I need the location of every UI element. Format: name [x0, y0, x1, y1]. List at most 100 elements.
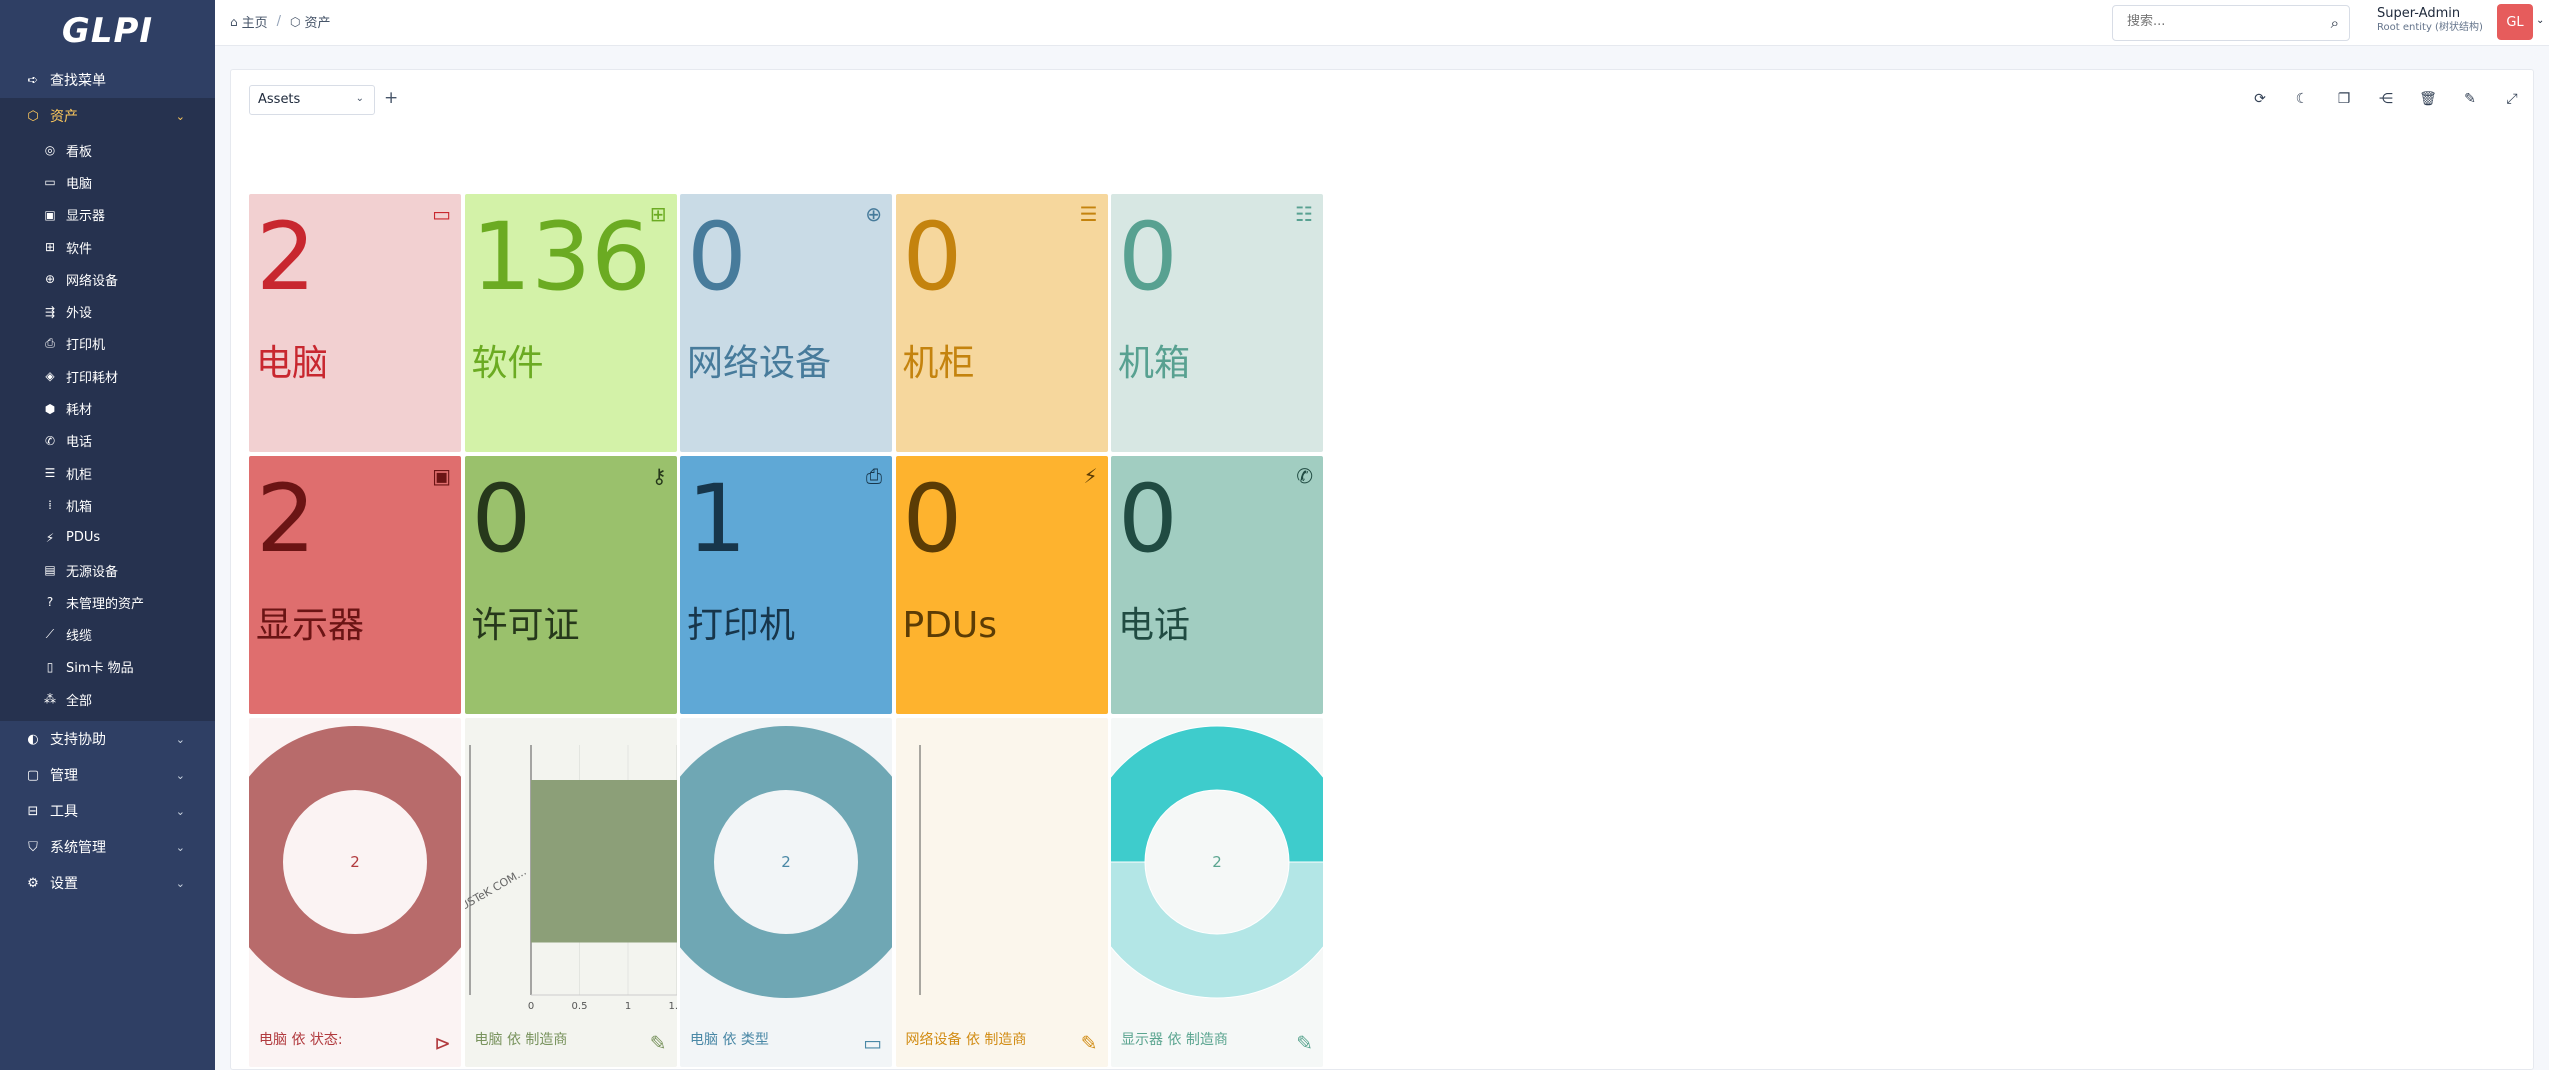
sidebar-item-phones[interactable]: ✆ 电话	[0, 425, 215, 457]
breadcrumb: ⌂ 主页 / ⬡ 资产	[230, 12, 331, 31]
sidebar-item-racks[interactable]: ☰ 机柜	[0, 457, 215, 489]
counter-value: 2	[256, 203, 316, 312]
breadcrumb-home[interactable]: 主页	[242, 12, 268, 31]
chart-tile[interactable]: 网络设备 依 制造商 ✎	[895, 718, 1108, 1067]
counter-tile[interactable]: 2 显示器 ▣	[249, 456, 461, 714]
sidebar-item-pdus[interactable]: ⚡ PDUs	[0, 522, 215, 554]
fullscreen-icon[interactable]: ⤢	[2491, 85, 2533, 113]
phone-icon: ✆	[1296, 464, 1313, 488]
search-input[interactable]	[2127, 14, 2317, 29]
monitor-icon: ▣	[44, 207, 56, 222]
sidebar-item-tools[interactable]: ⊟ 工具 ⌄	[0, 793, 215, 829]
counter-tile[interactable]: 0 机箱 ☷	[1111, 194, 1323, 452]
chevron-down-icon[interactable]: ⌄	[2536, 15, 2544, 26]
chart-caption: 电脑 依 状态:	[259, 1032, 343, 1048]
share-icon[interactable]: ⋲	[2365, 85, 2407, 113]
plug-icon: ⚡	[1083, 464, 1098, 488]
counter-tile[interactable]: 0 电话 ✆	[1111, 456, 1323, 714]
breadcrumb-separator: /	[276, 14, 282, 29]
sidebar-item-label: 全部	[66, 693, 93, 709]
sidebar-item-management[interactable]: ▢ 管理 ⌄	[0, 757, 215, 793]
sidebar-item-cables[interactable]: ⟋ 线缆	[0, 618, 215, 650]
sidebar-item-printers[interactable]: ⎙ 打印机	[0, 328, 215, 360]
briefcase-icon: ⊟	[27, 803, 39, 819]
counter-value: 1	[687, 465, 747, 574]
chart-tile[interactable]: 2 显示器 依 制造商 ✎	[1111, 718, 1323, 1067]
apps-icon: ⊞	[649, 202, 667, 226]
box-icon: ⬡	[27, 108, 39, 124]
edit-icon[interactable]: ✎	[2449, 85, 2491, 113]
counter-label: 机柜	[902, 343, 975, 384]
droplet-icon: ◈	[45, 369, 55, 384]
sidebar-item-monitors[interactable]: ▣ 显示器	[0, 199, 215, 231]
user-name: Super-Admin	[2377, 6, 2461, 21]
chevron-down-icon: ⌄	[175, 732, 185, 746]
night-mode-icon[interactable]: ☾	[2281, 85, 2323, 113]
usb-icon: ⇶	[44, 304, 56, 319]
chart-tile[interactable]: 2 电脑 依 状态: ⊳	[249, 718, 461, 1067]
pie-center-label: 2	[350, 853, 360, 871]
sidebar-item-label: 工具	[50, 804, 78, 821]
sidebar-item-find-menu[interactable]: ➪ 查找菜单	[0, 62, 215, 98]
passive-device-icon: ▤	[44, 563, 56, 577]
sidebar-item-setup[interactable]: ⚙ 设置 ⌄	[0, 865, 215, 901]
glpi-logo[interactable]: GLPI	[0, 0, 215, 62]
sidebar-item-label: 资产	[50, 109, 78, 125]
counter-tile[interactable]: 0 网络设备 ⊕	[680, 194, 892, 452]
sidebar-item-consumables[interactable]: ⬢ 耗材	[0, 392, 215, 424]
counter-tile[interactable]: 2 电脑 ▭	[249, 194, 461, 452]
category-label: ASUSTeK COM...	[465, 865, 529, 920]
counter-tile[interactable]: 1 打印机 ⎙	[680, 456, 892, 714]
sidebar-item-unmanaged-assets[interactable]: ? 未管理的资产	[0, 586, 215, 618]
dashboard-icon: ◎	[44, 143, 56, 158]
dashboard-select[interactable]: Assets ⌄	[249, 85, 375, 115]
breadcrumb-assets[interactable]: 资产	[305, 12, 331, 31]
sidebar-item-label: 机箱	[66, 499, 93, 515]
sidebar-item-passive-devices[interactable]: ▤ 无源设备	[0, 554, 215, 586]
delete-icon[interactable]: 🗑	[2407, 85, 2449, 113]
assets-submenu: ◎ 看板 ▭ 电脑 ▣ 显示器 ⊞ 软件 ⊕ 网络设备 ⇶ 外设 ⎙ 打印机 ◈ 打印耗材 ⬢ 耗…	[0, 134, 215, 722]
sidebar-item-dashboard[interactable]: ◎ 看板	[0, 134, 215, 166]
sidebar-item-computers[interactable]: ▭ 电脑	[0, 166, 215, 198]
tag-icon: ⊳	[434, 1031, 451, 1055]
chart-tile[interactable]: 2 电脑 依 类型 ▭	[680, 718, 892, 1067]
question-icon: ?	[46, 595, 54, 610]
refresh-icon[interactable]: ⟳	[2239, 85, 2281, 113]
counter-tile[interactable]: 0 许可证 ⚷	[464, 456, 677, 714]
counter-tile[interactable]: 0 PDUs ⚡	[895, 456, 1108, 714]
sidebar-item-administration[interactable]: ⛉ 系统管理 ⌄	[0, 829, 215, 865]
add-dashboard-button[interactable]: +	[384, 88, 398, 108]
clone-icon[interactable]: ❐	[2323, 85, 2365, 113]
counter-value: 0	[687, 203, 747, 312]
counter-value: 0	[471, 465, 532, 574]
user-menu[interactable]: Super-Admin Root entity (树状结构)	[2377, 6, 2483, 35]
pie-center-label: 2	[781, 853, 791, 871]
dashboard-toolbar: ⟳ ☾ ❐ ⋲ 🗑 ✎ ⤢	[2239, 85, 2533, 113]
laptop-icon: ▭	[863, 1031, 882, 1055]
counter-label: 显示器	[256, 605, 365, 646]
counter-label: 打印机	[687, 605, 796, 646]
sidebar-item-software[interactable]: ⊞ 软件	[0, 231, 215, 263]
sidebar-item-label: 看板	[66, 144, 93, 160]
counter-tile[interactable]: 136 软件 ⊞	[464, 194, 677, 452]
sidebar-item-peripherals[interactable]: ⇶ 外设	[0, 295, 215, 327]
sidebar-item-label: 无源设备	[66, 564, 119, 580]
sidebar-item-all[interactable]: ⁂ 全部	[0, 683, 215, 715]
sidebar-item-network-devices[interactable]: ⊕ 网络设备	[0, 263, 215, 295]
counter-label: 软件	[471, 343, 544, 384]
sidebar: GLPI ➪ 查找菜单 ⬡ 资产 ⌄ ◎ 看板 ▭ 电脑 ▣ 显示器 ⊞ 软件 ⊕ 网络设…	[0, 0, 215, 1070]
chart-tile[interactable]: ASUSTeK COM...00.511.52电脑 依 制造商✎	[464, 718, 677, 1067]
dashboard-card: Assets ⌄ + ⟳ ☾ ❐ ⋲ 🗑 ✎ ⤢ 2 电脑 ▭ 136 软件 ⊞ 0 网络设备…	[230, 69, 2534, 1070]
chevron-down-icon: ⌄	[175, 804, 185, 818]
sidebar-item-label: 软件	[66, 241, 93, 257]
counter-label: 电脑	[256, 343, 329, 384]
search-icon[interactable]: ⌕	[2331, 14, 2339, 32]
sidebar-item-cartridges[interactable]: ◈ 打印耗材	[0, 360, 215, 392]
sidebar-item-assistance[interactable]: ◐ 支持协助 ⌄	[0, 721, 215, 757]
avatar[interactable]: GL	[2497, 4, 2533, 40]
counter-tile[interactable]: 0 机柜 ☰	[895, 194, 1108, 452]
sidebar-item-sim-cards[interactable]: ▯ Sim卡 物品	[0, 651, 215, 683]
sidebar-item-enclosures[interactable]: ⁞ 机箱	[0, 489, 215, 521]
chart-caption: 网络设备 依 制造商	[905, 1032, 1027, 1048]
sidebar-item-assets[interactable]: ⬡ 资产 ⌄	[0, 98, 215, 134]
